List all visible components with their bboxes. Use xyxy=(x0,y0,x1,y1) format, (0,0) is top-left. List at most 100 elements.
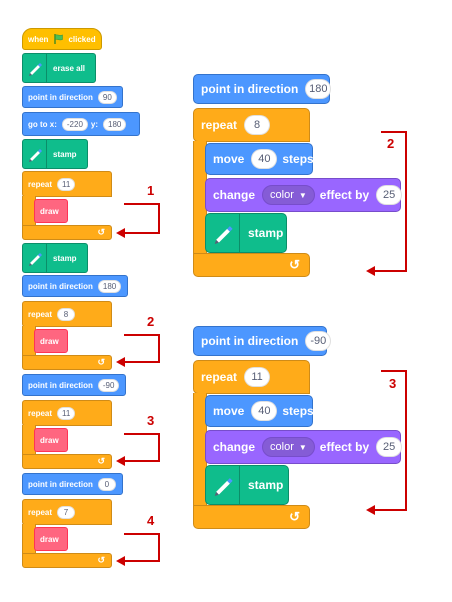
repeat-block[interactable]: repeat 8 xyxy=(193,108,310,142)
loop-arrow-icon: ↺ xyxy=(97,555,105,565)
direction-input[interactable]: 90 xyxy=(97,90,117,104)
repeat-label: repeat xyxy=(28,309,53,319)
annotation-bracket xyxy=(158,433,160,462)
annotation-bracket xyxy=(405,131,407,272)
repeat-label: repeat xyxy=(28,408,53,418)
effect-value: color xyxy=(270,441,294,453)
annotation-bracket xyxy=(381,131,407,133)
direction-input[interactable]: 180 xyxy=(305,79,332,99)
annotation-bracket xyxy=(374,509,407,511)
direction-input[interactable]: -90 xyxy=(97,378,120,392)
effect-dropdown[interactable]: color ▼ xyxy=(262,185,315,205)
y-input[interactable]: 180 xyxy=(103,117,127,131)
draw-label: draw xyxy=(40,336,59,346)
change-effect-block[interactable]: change color ▼ effect by 25 xyxy=(205,178,403,212)
go-to-xy-block[interactable]: go to x: -220 y: 180 xyxy=(22,112,140,136)
repeat-block[interactable]: repeat 8 xyxy=(22,301,112,327)
point-in-direction-block[interactable]: point in direction 90 xyxy=(22,86,123,108)
draw-block[interactable]: draw xyxy=(34,329,68,353)
repeat-foot: ↺ xyxy=(22,454,112,469)
repeat-count-input[interactable]: 11 xyxy=(57,406,76,420)
erase-all-label: erase all xyxy=(53,63,86,73)
chevron-down-icon: ▼ xyxy=(298,190,307,200)
when-label: when xyxy=(28,34,49,44)
stamp-block[interactable]: stamp xyxy=(22,243,88,273)
stamp-label: stamp xyxy=(248,226,284,240)
point-in-direction-label: point in direction xyxy=(28,479,93,489)
stamp-block[interactable]: stamp xyxy=(205,213,287,253)
point-in-direction-label: point in direction xyxy=(201,334,299,348)
steps-label: steps xyxy=(282,404,314,418)
effect-by-label: effect by xyxy=(319,440,370,454)
move-steps-block[interactable]: move 40 steps xyxy=(205,143,314,175)
pen-icon xyxy=(23,244,47,272)
repeat-block[interactable]: repeat 11 xyxy=(22,400,112,426)
draw-block[interactable]: draw xyxy=(34,428,68,452)
draw-block[interactable]: draw xyxy=(34,199,68,223)
arrow-head-icon xyxy=(116,456,125,466)
repeat-block[interactable]: repeat 11 xyxy=(193,360,310,394)
annotation-number: 2 xyxy=(147,314,155,329)
draw-label: draw xyxy=(40,534,59,544)
loop-arrow-icon: ↺ xyxy=(97,357,105,367)
x-input[interactable]: -220 xyxy=(61,117,88,131)
annotation-number: 4 xyxy=(147,513,155,528)
direction-input[interactable]: 180 xyxy=(97,279,122,293)
change-effect-block[interactable]: change color ▼ effect by 25 xyxy=(205,430,403,464)
move-label: move xyxy=(213,404,245,418)
draw-label: draw xyxy=(40,435,59,445)
arrow-head-icon xyxy=(366,505,375,515)
effect-value: color xyxy=(270,189,294,201)
repeat-block[interactable]: repeat 7 xyxy=(22,499,112,525)
repeat-foot: ↺ xyxy=(22,225,112,240)
draw-block[interactable]: draw xyxy=(34,527,68,551)
point-in-direction-label: point in direction xyxy=(28,380,93,390)
arrow-head-icon xyxy=(116,357,125,367)
point-in-direction-block[interactable]: point in direction -90 xyxy=(22,374,126,396)
point-in-direction-block[interactable]: point in direction 0 xyxy=(22,473,123,495)
annotation-number: 3 xyxy=(389,376,397,391)
annotation-bracket xyxy=(124,232,160,234)
clicked-label: clicked xyxy=(68,34,96,44)
loop-arrow-icon: ↺ xyxy=(97,456,105,466)
arrow-head-icon xyxy=(116,556,125,566)
effect-by-label: effect by xyxy=(319,188,370,202)
annotation-number: 3 xyxy=(147,413,155,428)
repeat-count-input[interactable]: 11 xyxy=(244,367,271,387)
annotation-bracket xyxy=(158,334,160,363)
move-steps-block[interactable]: move 40 steps xyxy=(205,395,314,427)
direction-input[interactable]: 0 xyxy=(97,477,116,491)
point-in-direction-block[interactable]: point in direction 180 xyxy=(22,275,128,297)
move-label: move xyxy=(213,152,245,166)
steps-input[interactable]: 40 xyxy=(251,401,278,421)
repeat-count-input[interactable]: 11 xyxy=(57,177,76,191)
repeat-count-input[interactable]: 8 xyxy=(57,307,76,321)
annotation-bracket xyxy=(124,361,160,363)
effect-amount-input[interactable]: 25 xyxy=(376,185,403,205)
loop-arrow-icon: ↺ xyxy=(289,509,300,524)
change-label: change xyxy=(213,188,256,202)
when-flag-clicked-block[interactable]: when clicked xyxy=(22,28,102,50)
steps-input[interactable]: 40 xyxy=(251,149,278,169)
repeat-label: repeat xyxy=(201,370,238,384)
point-in-direction-block[interactable]: point in direction 180 xyxy=(193,74,332,104)
repeat-block[interactable]: repeat 11 xyxy=(22,171,112,197)
point-in-direction-block[interactable]: point in direction -90 xyxy=(193,326,332,356)
stamp-block[interactable]: stamp xyxy=(205,465,289,505)
effect-dropdown[interactable]: color ▼ xyxy=(262,437,315,457)
stamp-block[interactable]: stamp xyxy=(22,139,88,169)
erase-all-block[interactable]: erase all xyxy=(22,53,96,83)
annotation-bracket xyxy=(124,560,160,562)
repeat-count-input[interactable]: 8 xyxy=(244,115,271,135)
repeat-foot: ↺ xyxy=(22,355,112,370)
annotation-bracket xyxy=(124,334,160,336)
arrow-head-icon xyxy=(366,266,375,276)
pen-icon xyxy=(23,140,47,168)
point-in-direction-label: point in direction xyxy=(28,281,93,291)
point-in-direction-label: point in direction xyxy=(28,92,93,102)
effect-amount-input[interactable]: 25 xyxy=(376,437,403,457)
direction-input[interactable]: -90 xyxy=(305,331,332,351)
repeat-count-input[interactable]: 7 xyxy=(57,505,76,519)
annotation-number: 1 xyxy=(147,183,155,198)
repeat-foot: ↺ xyxy=(22,553,112,568)
